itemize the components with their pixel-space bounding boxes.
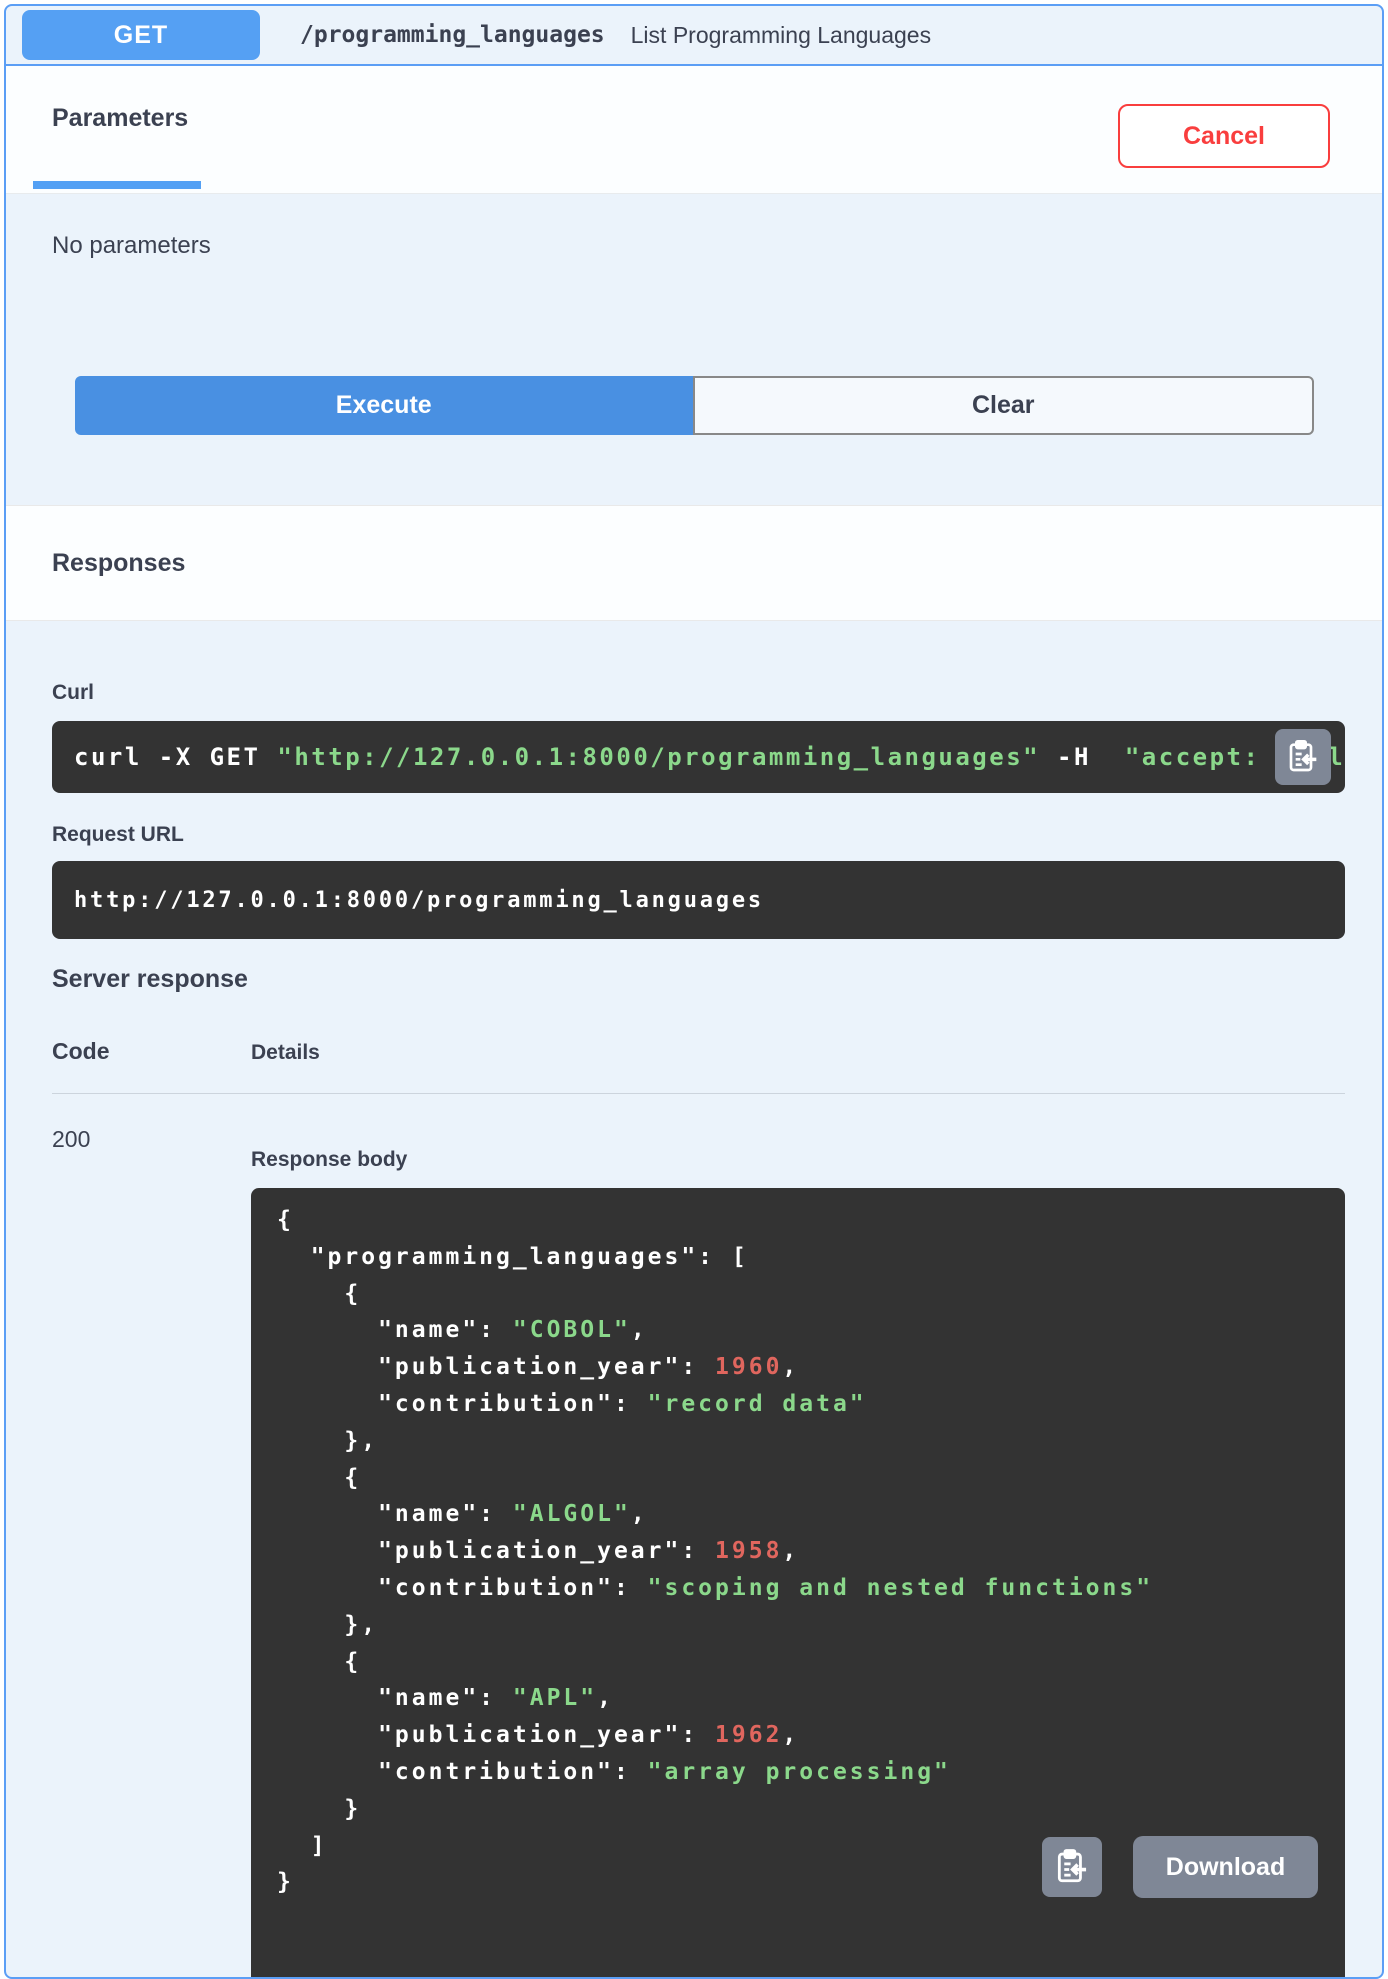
cancel-button[interactable]: Cancel [1118,104,1330,168]
endpoint-summary: List Programming Languages [630,21,932,48]
execute-row: Execute Clear [75,376,1314,435]
copy-response-button[interactable] [1042,1837,1102,1897]
details-column-header: Details [251,1041,320,1064]
parameters-header-band: Parameters Cancel [6,66,1382,194]
endpoint-path: /programming_languages [300,22,605,48]
code-column-header: Code [52,1038,110,1064]
response-table-header: Code Details [52,1038,1345,1065]
request-url-label: Request URL [52,823,184,846]
clipboard-copy-icon [1287,738,1319,777]
response-body-label: Response body [251,1148,408,1171]
response-details: Response body { "programming_languages":… [251,1094,1345,1977]
response-row-200: 200 Response body { "programming_languag… [52,1094,1345,1977]
responses-body: Curl curl -X GET "http://127.0.0.1:8000/… [6,681,1382,1977]
responses-title: Responses [52,548,186,577]
request-url-text: http://127.0.0.1:8000/programming_langua… [74,887,764,913]
request-url-block: http://127.0.0.1:8000/programming_langua… [52,861,1345,939]
operation-summary-bar[interactable]: GET /programming_languages List Programm… [6,6,1382,66]
server-response-label: Server response [52,965,248,993]
no-parameters-message: No parameters [52,232,211,259]
clear-button[interactable]: Clear [692,376,1314,435]
copy-to-clipboard-button[interactable] [1275,729,1331,785]
clipboard-copy-icon [1055,1847,1089,1888]
download-button[interactable]: Download [1133,1836,1318,1898]
responses-header-band: Responses [6,505,1382,621]
response-body-json: { "programming_languages": [ { "name": "… [277,1207,1154,1896]
response-body-block[interactable]: { "programming_languages": [ { "name": "… [251,1188,1345,1977]
http-method-badge: GET [22,10,260,60]
curl-command-block[interactable]: curl -X GET "http://127.0.0.1:8000/progr… [52,721,1345,793]
parameters-title: Parameters [52,104,189,132]
parameters-tab-underline [33,181,201,189]
execute-button[interactable]: Execute [75,376,693,435]
curl-label: Curl [52,681,94,704]
operation-block-get: GET /programming_languages List Programm… [4,4,1384,1979]
curl-command-text: curl -X GET "http://127.0.0.1:8000/progr… [74,743,1345,771]
status-code: 200 [52,1126,91,1152]
